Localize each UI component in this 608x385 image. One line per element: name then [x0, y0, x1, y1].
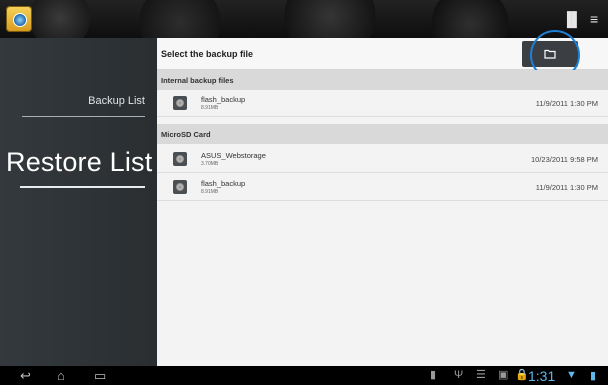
home-icon[interactable]: ⌂ [57, 369, 65, 382]
selected-indicator [20, 186, 145, 188]
clock: 1:31 [528, 368, 556, 384]
file-icon: ▮ [430, 369, 437, 381]
image-icon: ▣ [498, 369, 509, 381]
file-row[interactable]: ASUS_Webstorage 3.70MB 10/23/2011 9:58 P… [157, 146, 608, 173]
action-bar: ▐▌ ≡ [0, 0, 608, 39]
app-icon[interactable] [6, 6, 32, 32]
divider [22, 116, 145, 117]
backup-file-icon [173, 180, 187, 194]
file-name: flash_backup [201, 179, 246, 188]
system-bar: ↩ ⌂ ▭ ▮ Ψ ☰ ▣ 🔒 1:31 ▼ ▮ [0, 366, 608, 385]
back-icon[interactable]: ↩ [20, 369, 31, 382]
file-size: 3.70MB [201, 161, 219, 167]
recent-apps-icon[interactable]: ▭ [94, 369, 106, 382]
lock-icon: 🔒 [515, 369, 529, 381]
page-title: Select the backup file [161, 49, 254, 59]
file-date: 10/23/2011 9:58 PM [531, 155, 598, 164]
section-title: Internal backup files [161, 76, 234, 85]
backup-file-icon [173, 152, 187, 166]
section-header-internal: Internal backup files [157, 70, 608, 90]
file-row[interactable]: flash_backup 8.91MB 11/9/2011 1:30 PM [157, 174, 608, 201]
file-row[interactable]: flash_backup 8.91MB 11/9/2011 1:30 PM [157, 90, 608, 117]
backup-file-icon [173, 96, 187, 110]
battery-icon: ▮ [590, 370, 597, 382]
main-panel: Select the backup file Internal backup f… [157, 30, 608, 366]
usb-icon: Ψ [454, 369, 464, 381]
window-icon[interactable]: ▐▌ [562, 12, 582, 26]
file-date: 11/9/2011 1:30 PM [535, 183, 598, 192]
sidebar: Backup List Restore List [0, 38, 157, 366]
sidebar-item-backup-list[interactable]: Backup List [88, 95, 145, 107]
file-size: 8.91MB [201, 189, 219, 195]
section-title: MicroSD Card [161, 130, 211, 139]
file-name: ASUS_Webstorage [201, 151, 266, 160]
notification-icon: ☰ [476, 369, 486, 381]
menu-icon[interactable]: ≡ [590, 12, 598, 26]
wifi-icon: ▼ [566, 369, 577, 381]
section-header-microsd: MicroSD Card [157, 124, 608, 144]
file-name: flash_backup [201, 95, 246, 104]
sidebar-item-restore-list[interactable]: Restore List [6, 147, 152, 178]
file-date: 11/9/2011 1:30 PM [535, 99, 598, 108]
file-size: 8.91MB [201, 105, 219, 111]
